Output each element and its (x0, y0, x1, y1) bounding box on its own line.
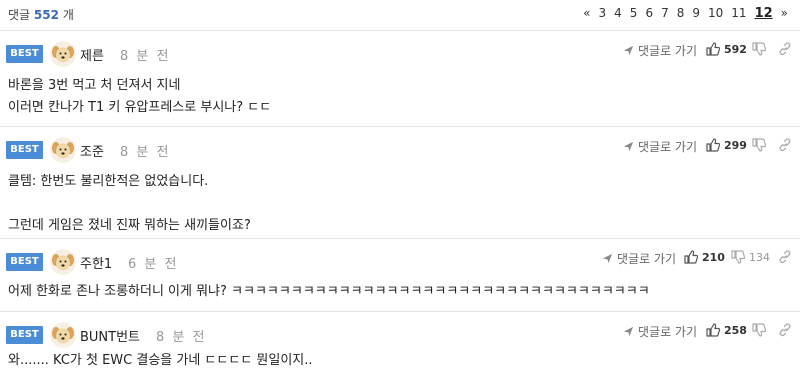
send-arrow-icon (623, 45, 634, 56)
link-icon[interactable] (778, 138, 792, 152)
pager-first[interactable]: « (579, 6, 594, 21)
comment-count: 댓글 552 개 (8, 6, 74, 23)
comment-line-empty (8, 193, 251, 215)
comment-item: BEST 주한1 6 분 전 댓글로 가기 210 134 어제 한화로 존나 … (0, 238, 800, 311)
comment-body: 바론을 3번 먹고 처 던져서 지네 이러면 칸나가 T1 키 유압프레스로 부… (8, 75, 271, 119)
like-button[interactable]: 299 (706, 138, 747, 152)
comment-author[interactable]: 주한1 (80, 253, 112, 272)
comment-author[interactable]: 조준 (80, 141, 104, 160)
thumbs-up-icon (706, 42, 720, 56)
goto-reply-label: 댓글로 가기 (638, 325, 698, 339)
comment-line: 이러면 칸나가 T1 키 유압프레스로 부시나? ㄷㄷ (8, 100, 272, 115)
dislike-button[interactable] (752, 323, 766, 337)
comment-line: 와....... KC가 첫 EWC 결승을 가네 ㄷㄷㄷㄷ 뭔일이지.. (8, 353, 313, 368)
pager-page-11[interactable]: 11 (727, 6, 750, 21)
comment-header: BEST 제른 8 분 전 댓글로 가기 592 (0, 31, 800, 71)
comment-author[interactable]: 제른 (80, 45, 104, 64)
thumbs-down-icon (752, 138, 766, 152)
comment-author[interactable]: BUNT번트 (80, 326, 140, 345)
pager-page-5[interactable]: 5 (626, 6, 642, 21)
pager-page-8[interactable]: 8 (673, 6, 689, 21)
comment-line: 그런데 게임은 졌네 진짜 뭐하는 새끼들이죠? (8, 218, 251, 233)
dog-avatar-icon[interactable] (50, 249, 76, 275)
comment-count-prefix: 댓글 (8, 8, 31, 22)
comment-header: BEST 주한1 6 분 전 댓글로 가기 210 134 (0, 239, 800, 279)
pager-page-3[interactable]: 3 (595, 6, 611, 21)
thumbs-down-icon (752, 323, 766, 337)
comment-header: BEST BUNT번트 8 분 전 댓글로 가기 258 (0, 312, 800, 352)
thumbs-down-icon (752, 42, 766, 56)
comment-time: 6 분 전 (128, 257, 179, 272)
link-icon[interactable] (778, 42, 792, 56)
pager-page-7[interactable]: 7 (657, 6, 673, 21)
goto-reply-label: 댓글로 가기 (638, 44, 698, 58)
comment-time: 8 분 전 (120, 49, 171, 64)
send-arrow-icon (602, 253, 613, 264)
like-count: 258 (724, 323, 747, 337)
comment-body: 와....... KC가 첫 EWC 결승을 가네 ㄷㄷㄷㄷ 뭔일이지.. (8, 350, 313, 372)
like-count: 210 (702, 250, 725, 264)
link-icon[interactable] (778, 323, 792, 337)
comment-body: 어제 한화로 존나 조롱하더니 이게 뭐냐? ㅋㅋㅋㅋㅋㅋㅋㅋㅋㅋㅋㅋㅋㅋㅋㅋㅋ… (8, 281, 650, 303)
like-count: 592 (724, 42, 747, 56)
send-arrow-icon (623, 326, 634, 337)
dog-avatar-icon[interactable] (50, 322, 76, 348)
goto-reply-label: 댓글로 가기 (617, 252, 677, 266)
comment-item: BEST BUNT번트 8 분 전 댓글로 가기 258 와....... KC… (0, 311, 800, 370)
comment-header: BEST 조준 8 분 전 댓글로 가기 299 (0, 127, 800, 167)
comment-line: 어제 한화로 존나 조롱하더니 이게 뭐냐? ㅋㅋㅋㅋㅋㅋㅋㅋㅋㅋㅋㅋㅋㅋㅋㅋㅋ… (8, 284, 650, 299)
comment-count-suffix: 개 (62, 8, 74, 22)
pager-page-9[interactable]: 9 (688, 6, 704, 21)
pagination: « 3 4 5 6 7 8 9 10 11 12 » (579, 6, 792, 21)
thumbs-up-icon (706, 323, 720, 337)
pager-current-page[interactable]: 12 (751, 6, 777, 21)
like-count: 299 (724, 138, 747, 152)
comment-line: 클템: 한번도 불리한적은 없었습니다. (8, 174, 209, 189)
send-arrow-icon (623, 141, 634, 152)
best-badge: BEST (6, 253, 43, 271)
goto-reply-label: 댓글로 가기 (638, 140, 698, 154)
goto-reply-button[interactable]: 댓글로 가기 (623, 323, 697, 340)
pager-page-6[interactable]: 6 (641, 6, 657, 21)
dislike-count: 134 (749, 250, 770, 264)
thumbs-up-icon (684, 250, 698, 264)
dislike-button[interactable] (752, 138, 766, 152)
best-badge: BEST (6, 326, 43, 344)
goto-reply-button[interactable]: 댓글로 가기 (623, 138, 697, 155)
like-button[interactable]: 210 (684, 250, 725, 264)
comment-item: BEST 조준 8 분 전 댓글로 가기 299 클템: 한번도 불리한적은 없… (0, 126, 800, 238)
dislike-button[interactable] (752, 42, 766, 56)
thumbs-down-icon (731, 250, 745, 264)
dog-avatar-icon[interactable] (50, 41, 76, 67)
goto-reply-button[interactable]: 댓글로 가기 (623, 42, 697, 59)
comment-time: 8 분 전 (156, 330, 207, 345)
best-badge: BEST (6, 45, 43, 63)
pager-page-10[interactable]: 10 (704, 6, 727, 21)
pager-last[interactable]: » (777, 6, 792, 21)
comment-line: 바론을 3번 먹고 처 던져서 지네 (8, 78, 181, 93)
dislike-button[interactable]: 134 (731, 250, 770, 264)
like-button[interactable]: 258 (706, 323, 747, 337)
thumbs-up-icon (706, 138, 720, 152)
pager-page-4[interactable]: 4 (610, 6, 626, 21)
best-badge: BEST (6, 141, 43, 159)
comments-header: 댓글 552 개 « 3 4 5 6 7 8 9 10 11 12 » (0, 0, 800, 30)
like-button[interactable]: 592 (706, 42, 747, 56)
comment-body: 클템: 한번도 불리한적은 없었습니다. 그런데 게임은 졌네 진짜 뭐하는 새… (8, 171, 251, 237)
comment-item: BEST 제른 8 분 전 댓글로 가기 592 바론을 3번 먹고 처 던져서… (0, 30, 800, 126)
goto-reply-button[interactable]: 댓글로 가기 (602, 250, 676, 267)
comment-time: 8 분 전 (120, 145, 171, 160)
link-icon[interactable] (778, 250, 792, 264)
dog-avatar-icon[interactable] (50, 137, 76, 163)
comment-count-number: 552 (33, 8, 59, 22)
